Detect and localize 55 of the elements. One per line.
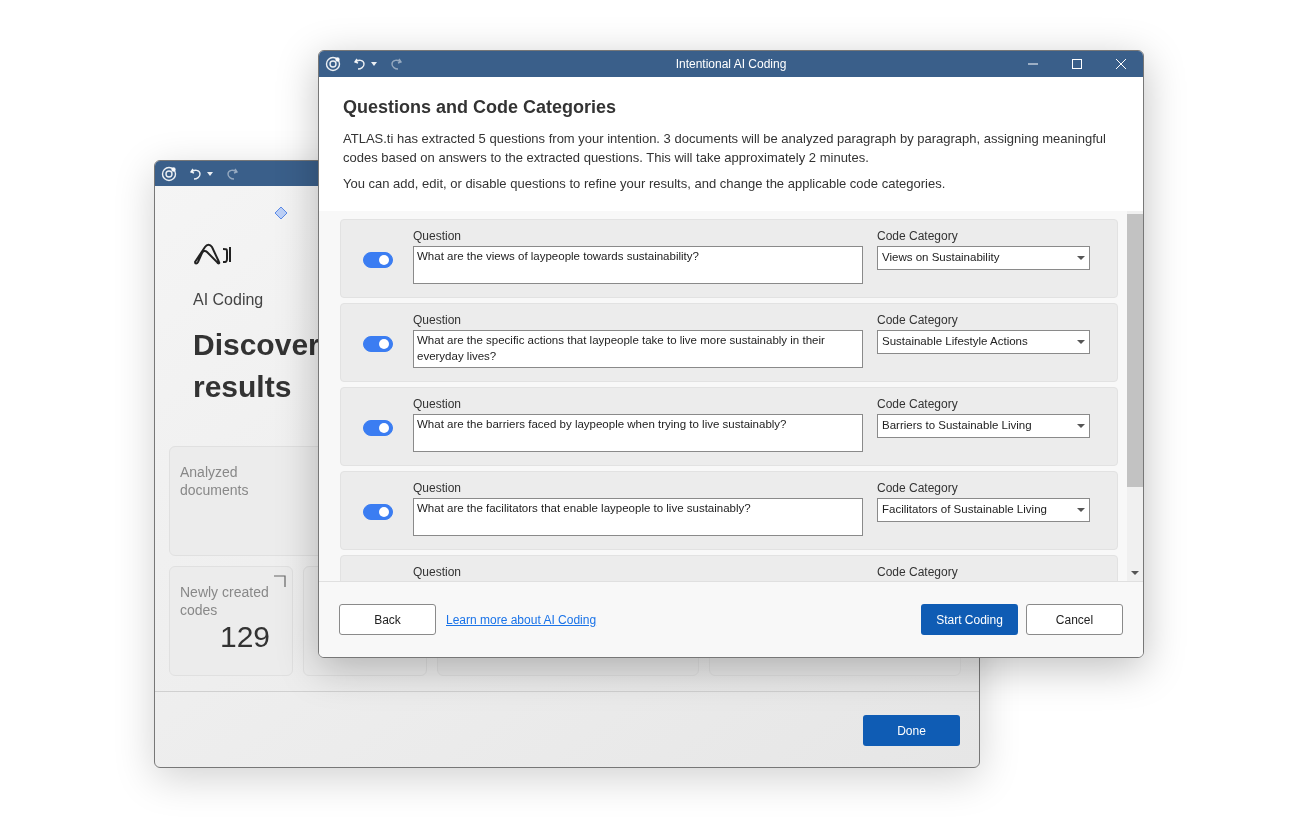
caret-icon[interactable] xyxy=(207,171,213,176)
window-title: Intentional AI Coding xyxy=(675,56,787,73)
back-button[interactable]: Back xyxy=(339,604,436,635)
start-coding-button[interactable]: Start Coding xyxy=(921,604,1018,635)
question-field[interactable]: What are the barriers faced by laypeople when trying to live sustainably? xyxy=(413,414,863,452)
question-field[interactable]: What are the views of laypeople towards sustainability? xyxy=(413,246,863,284)
toggle-switch[interactable] xyxy=(363,336,393,352)
field-label: Question xyxy=(413,312,463,328)
close-icon[interactable] xyxy=(1116,59,1126,69)
caret-icon[interactable] xyxy=(371,62,377,66)
scrollbar[interactable] xyxy=(1127,211,1143,581)
field-label: Code Category xyxy=(877,396,959,412)
category-dropdown[interactable]: Barriers to Sustainable Living xyxy=(877,414,1090,438)
redo-icon[interactable] xyxy=(225,166,239,181)
dialog-heading: Questions and Code Categories xyxy=(343,96,618,119)
field-label: Code Category xyxy=(877,480,959,496)
target-icon[interactable] xyxy=(325,56,341,72)
undo-icon[interactable] xyxy=(353,57,367,71)
category-dropdown[interactable]: Facilitators of Sustainable Living xyxy=(877,498,1090,522)
field-label: Question xyxy=(413,396,463,412)
learn-more-link[interactable]: Learn more about AI Coding xyxy=(446,610,597,629)
page-heading: Discover results xyxy=(193,327,321,405)
cancel-button[interactable]: Cancel xyxy=(1026,604,1123,635)
category-dropdown[interactable]: Views on Sustainability xyxy=(877,246,1090,270)
redo-icon[interactable] xyxy=(389,57,403,71)
caret-icon xyxy=(1077,508,1085,512)
description-text: ATLAS.ti has extracted 5 questions from your intention. 3 documents will be analyzed paragraph by paragraph, assigning meaningful codes based on answers to the extracted questions. This will take approximately 2 minutes. xyxy=(343,130,1107,167)
diamond-icon xyxy=(274,206,288,220)
toggle-switch[interactable] xyxy=(363,504,393,520)
field-label: Code Category xyxy=(877,564,959,580)
field-label: Question xyxy=(413,564,463,580)
field-label: Question xyxy=(413,480,463,496)
caret-icon xyxy=(1077,256,1085,260)
caret-icon xyxy=(1077,340,1085,344)
caret-icon xyxy=(1077,424,1085,428)
card-title: Newly created codes xyxy=(180,583,270,619)
target-icon[interactable] xyxy=(161,165,177,182)
maximize-icon[interactable] xyxy=(1072,59,1082,69)
description-text: You can add, edit, or disable questions to refine your results, and change the applicable code categories. xyxy=(343,175,947,193)
category-dropdown[interactable]: Sustainable Lifestyle Actions xyxy=(877,330,1090,354)
card-title: Analyzed documents xyxy=(180,463,250,499)
question-field[interactable]: What are the specific actions that laypeople take to live more sustainably in their everyday lives? xyxy=(413,330,863,368)
question-field[interactable]: What are the facilitators that enable laypeople to live sustainably? xyxy=(413,498,863,536)
scroll-down-icon[interactable] xyxy=(1131,571,1139,575)
logo-icon xyxy=(193,243,233,265)
field-label: Code Category xyxy=(877,312,959,328)
undo-icon[interactable] xyxy=(189,166,203,181)
app-subtitle: AI Coding xyxy=(193,290,265,310)
corner-icon xyxy=(274,575,286,587)
field-label: Code Category xyxy=(877,228,959,244)
field-label: Question xyxy=(413,228,463,244)
toggle-switch[interactable] xyxy=(363,252,393,268)
card-value: 129 xyxy=(220,619,272,655)
done-button[interactable]: Done xyxy=(863,715,960,746)
toggle-switch[interactable] xyxy=(363,420,393,436)
